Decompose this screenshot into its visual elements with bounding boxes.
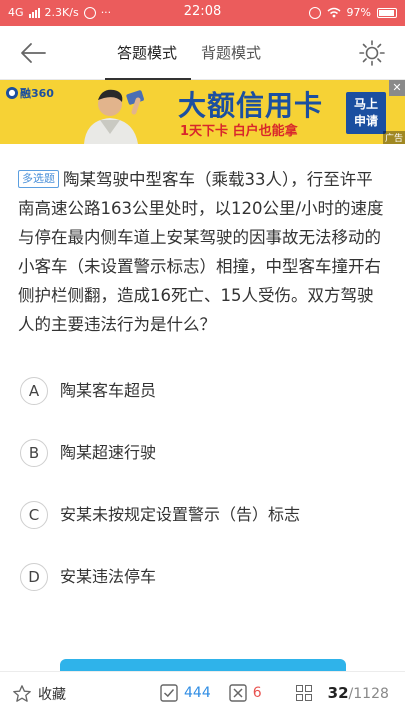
option-d[interactable]: D 安某违法停车: [20, 563, 390, 625]
question-text: 陶某驾驶中型客车（乘载33人），行至许平南高速公路163公里处时，以120公里/…: [18, 170, 384, 334]
option-letter: C: [20, 501, 48, 529]
close-icon[interactable]: ✕: [389, 80, 405, 96]
status-bar: 4G 2.3K/s ··· 22:08 97%: [0, 0, 405, 26]
status-right: 97%: [308, 6, 397, 19]
answer-options: A 陶某客车超员 B 陶某超速行驶 C 安某未按规定设置警示（告）标志 D 安某…: [20, 377, 390, 625]
ad-logo-mark-icon: ●: [6, 87, 18, 99]
back-arrow-icon[interactable]: [18, 38, 48, 68]
check-box-icon: [160, 684, 178, 702]
favorite-button[interactable]: 收藏: [12, 684, 66, 704]
option-c[interactable]: C 安某未按规定设置警示（告）标志: [20, 501, 390, 563]
ad-apply-line-1: 马上: [353, 97, 378, 111]
star-icon: [13, 685, 31, 702]
cross-box-icon: [229, 684, 247, 702]
question-type-badge: 多选题: [18, 170, 59, 188]
current-question-number: 32: [327, 684, 349, 702]
ad-banner[interactable]: ● 融360 大额信用卡 1天下卡 白户也能拿 马上 申请 ✕ 广告: [0, 80, 405, 144]
ad-logo: ● 融360: [6, 85, 54, 101]
correct-count: 444: [184, 685, 211, 701]
wrong-stat[interactable]: 6: [229, 684, 262, 702]
favorite-label: 收藏: [38, 687, 66, 703]
wrong-count: 6: [252, 685, 262, 701]
option-b[interactable]: B 陶某超速行驶: [20, 439, 390, 501]
top-nav: 答题模式 背题模式: [0, 26, 405, 80]
confirm-button[interactable]: [60, 659, 346, 671]
progress: 32/1128: [328, 684, 389, 702]
option-text: 安某未按规定设置警示（告）标志: [60, 505, 301, 524]
option-letter: A: [20, 377, 48, 405]
tab-answer-mode[interactable]: 答题模式: [104, 26, 192, 80]
mode-tabs: 答题模式 背题模式: [104, 26, 263, 80]
tab-memorize-mode[interactable]: 背题模式: [199, 26, 263, 80]
question: 多选题 陶某驾驶中型客车（乘载33人），行至许平南高速公路163公里处时，以120…: [18, 165, 388, 339]
grid-icon: [295, 685, 312, 701]
correct-stat[interactable]: 444: [160, 684, 211, 702]
stats-area: 444 6 32/1128: [160, 684, 389, 702]
battery-icon: [377, 7, 397, 18]
ad-person-image: [64, 82, 159, 144]
question-index-button[interactable]: 32/1128: [295, 684, 389, 702]
option-text: 陶某客车超员: [60, 381, 157, 400]
option-text: 安某违法停车: [60, 567, 157, 586]
ad-apply-button[interactable]: 马上 申请: [346, 92, 386, 134]
wifi-icon: [327, 7, 341, 18]
option-letter: D: [20, 563, 48, 591]
option-a[interactable]: A 陶某客车超员: [20, 377, 390, 439]
ad-logo-text: 融360: [20, 87, 54, 100]
sun-icon[interactable]: [357, 38, 387, 68]
alarm-icon: [308, 6, 321, 19]
total-questions: /1128: [348, 686, 389, 702]
ad-apply-line-2: 申请: [353, 114, 378, 128]
option-letter: B: [20, 439, 48, 467]
battery-percent: 97%: [346, 6, 371, 19]
option-text: 陶某超速行驶: [60, 443, 157, 462]
ad-title: 大额信用卡: [178, 89, 324, 122]
ad-subtitle: 1天下卡 白户也能拿: [180, 124, 298, 139]
ad-label: 广告: [382, 131, 405, 144]
bottom-toolbar: 收藏 444 6 32/1128: [0, 671, 405, 720]
